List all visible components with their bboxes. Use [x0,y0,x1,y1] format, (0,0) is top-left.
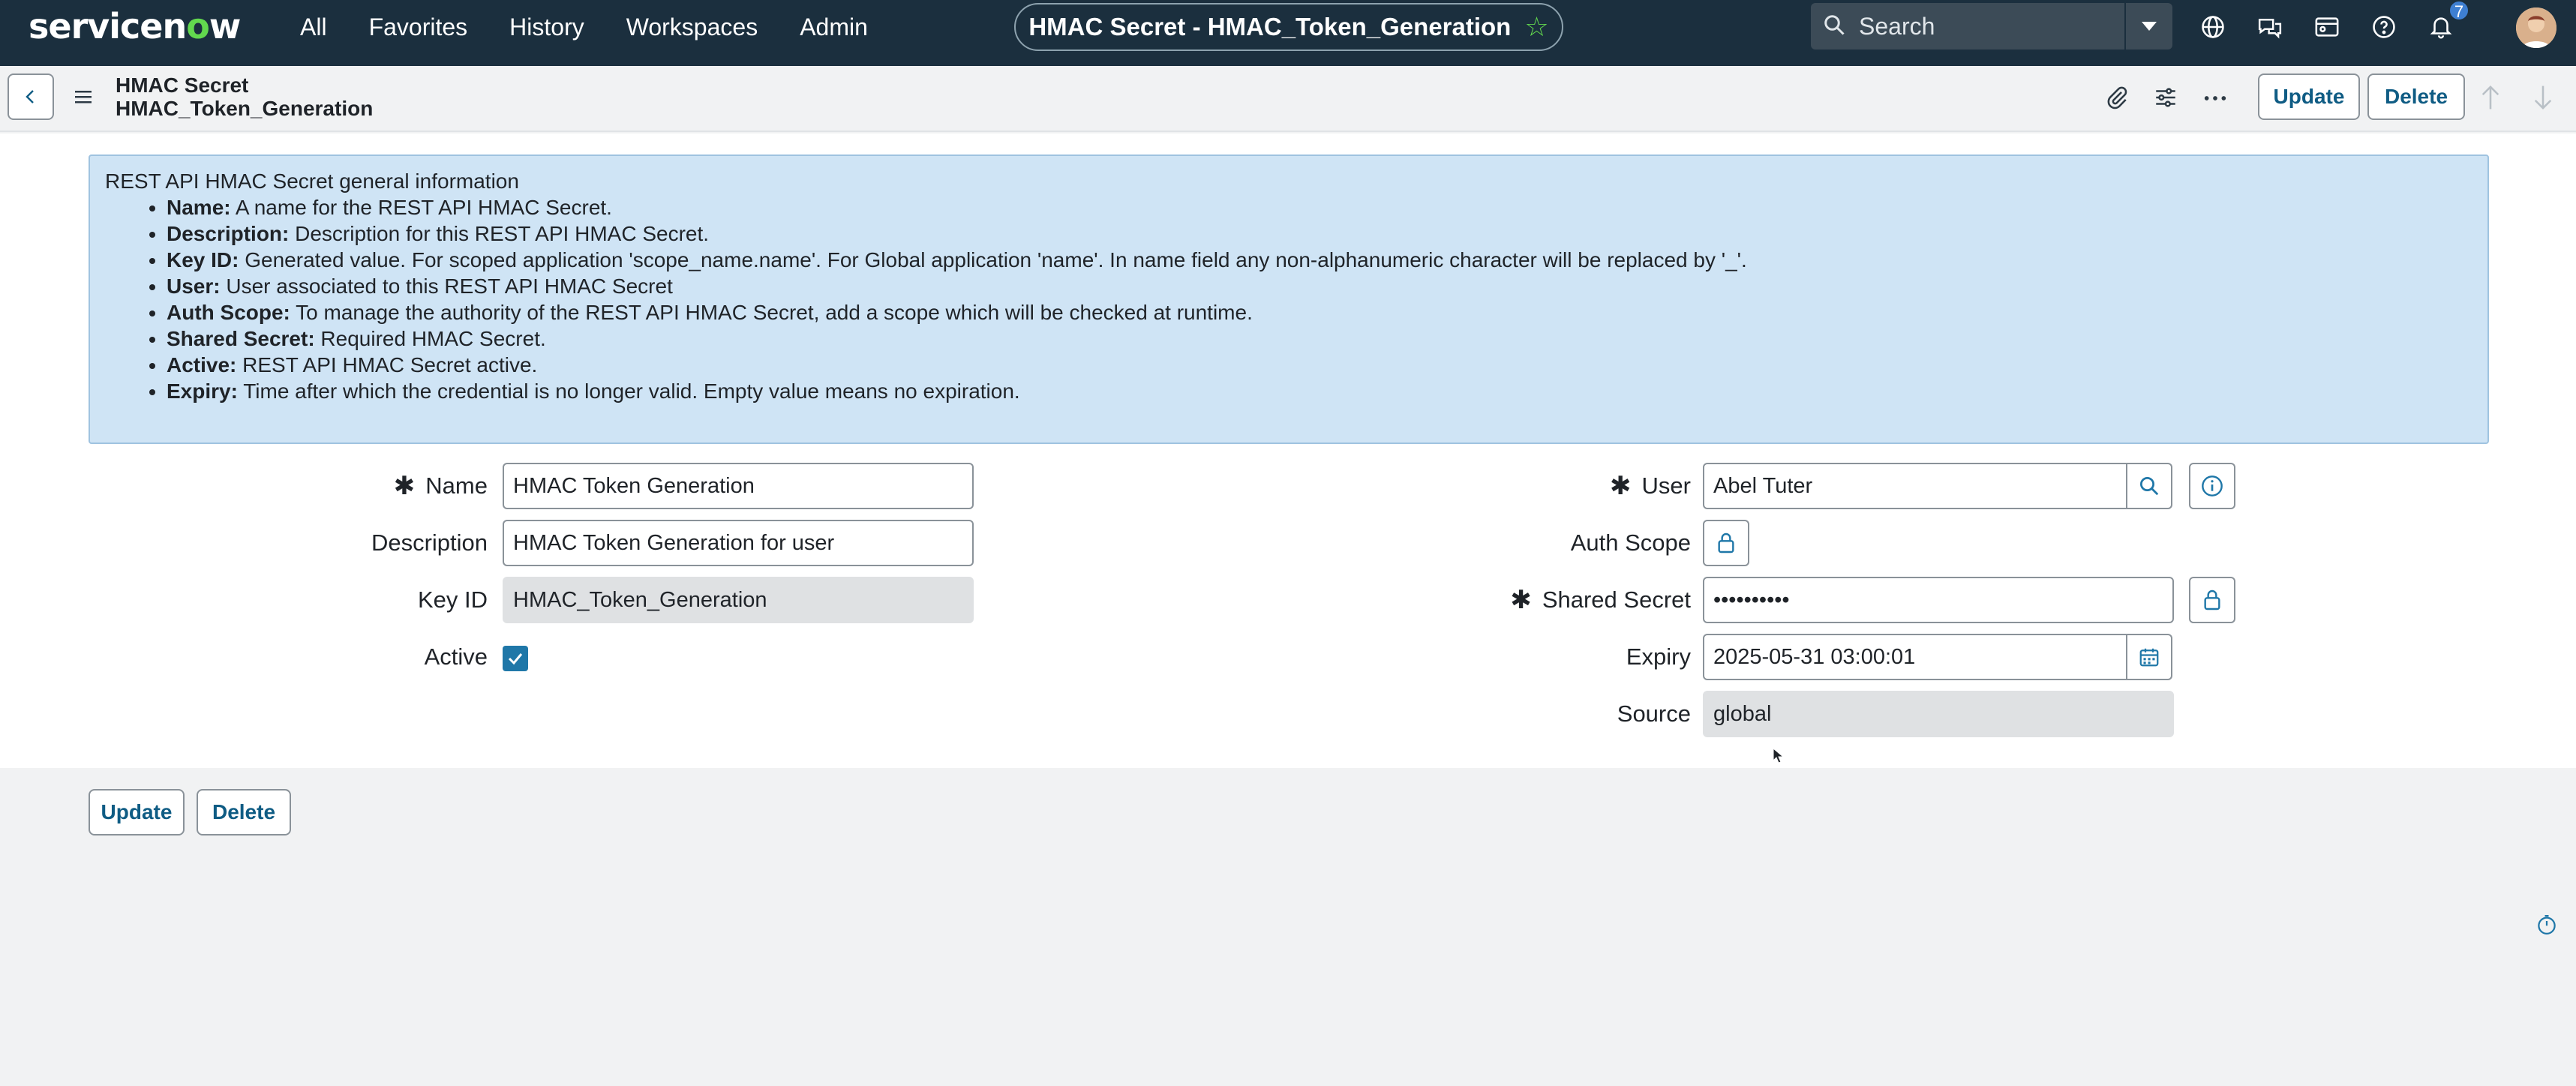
info-item-description: Description: Description for this REST A… [167,220,2472,247]
info-item-expiry: Expiry: Time after which the credential … [167,378,2472,404]
source-label: Source [1617,700,1691,727]
sliders-icon[interactable] [2153,85,2178,114]
update-button[interactable]: Update [2258,74,2360,120]
active-label: Active [424,644,488,670]
calendar-icon [2139,648,2159,667]
user-info-button[interactable] [2189,463,2235,509]
source-field [1703,691,2174,737]
chevron-down-icon [2142,22,2157,31]
form-body: REST API HMAC Secret general information… [0,134,2576,768]
previous-record-arrow-icon[interactable] [2478,84,2502,115]
expiry-label: Expiry [1626,644,1691,670]
notification-badge: 7 [2448,0,2469,21]
record-title: HMAC Secret HMAC_Token_Generation [116,74,373,120]
help-icon[interactable] [2369,12,2399,42]
chevron-left-icon [26,90,34,104]
top-icons: 7 [2198,0,2469,54]
nav-menu: All Favorites History Workspaces Admin [300,0,868,54]
info-item-active: Active: REST API HMAC Secret active. [167,352,2472,378]
paperclip-icon[interactable] [2103,85,2129,114]
bottom-delete-button[interactable]: Delete [197,789,291,836]
nav-favorites[interactable]: Favorites [369,14,468,41]
globe-icon[interactable] [2198,12,2228,42]
nav-admin[interactable]: Admin [800,14,868,41]
nav-history[interactable]: History [509,14,584,41]
info-list: Name: A name for the REST API HMAC Secre… [167,194,2472,404]
header-icons [2103,66,2228,132]
key-id-field [503,577,974,623]
page-title: HMAC Secret - HMAC_Token_Generation [1028,13,1512,40]
delete-button[interactable]: Delete [2367,74,2465,120]
more-options-icon[interactable] [2202,92,2228,106]
info-title: REST API HMAC Secret general information [105,170,519,193]
menu-icon[interactable] [74,88,93,109]
user-label: ✱ User [1610,472,1691,500]
search-icon [1823,14,1845,40]
next-record-arrow-icon[interactable] [2531,84,2555,115]
checkmark-icon [508,653,523,665]
top-navigation-bar: servicenow All Favorites History Workspa… [0,0,2576,66]
search-input[interactable] [1859,12,2099,40]
shared-secret-field[interactable] [1703,577,2174,623]
record-type: HMAC Secret [116,74,249,97]
description-field[interactable] [503,520,974,566]
name-field[interactable] [503,463,974,509]
lock-icon [1718,532,1734,554]
info-item-auth-scope: Auth Scope: To manage the authority of t… [167,299,2472,326]
stopwatch-icon[interactable] [2535,914,2558,940]
bell-icon[interactable]: 7 [2426,0,2469,42]
record-name: HMAC_Token_Generation [116,97,374,120]
auth-scope-unlock-button[interactable] [1703,520,1749,566]
bottom-update-button[interactable]: Update [89,789,185,836]
name-label: ✱ Name [393,472,488,500]
shared-secret-unlock-button[interactable] [2189,577,2235,623]
info-item-user: User: User associated to this REST API H… [167,273,2472,299]
description-label: Description [371,530,488,556]
search-scope-dropdown[interactable] [2126,3,2172,50]
info-icon [2202,476,2223,496]
servicenow-logo[interactable]: servicenow [29,6,241,46]
lock-icon [2204,590,2220,610]
auth-scope-label: Auth Scope [1570,530,1691,556]
user-avatar[interactable] [2516,8,2556,48]
user-field[interactable] [1703,463,2127,509]
favorite-star-icon[interactable]: ☆ [1524,11,1548,43]
global-search[interactable] [1811,3,2124,50]
form-header: HMAC Secret HMAC_Token_Generation Update… [0,66,2576,132]
required-marker: ✱ [1510,586,1532,614]
back-button[interactable] [8,74,54,120]
active-checkbox[interactable] [503,646,528,671]
info-annotation: REST API HMAC Secret general information… [89,154,2489,444]
nav-workspaces[interactable]: Workspaces [626,14,758,41]
shared-secret-label: ✱ Shared Secret [1510,586,1691,614]
nav-all[interactable]: All [300,14,327,41]
info-item-key-id: Key ID: Generated value. For scoped appl… [167,247,2472,273]
user-lookup-button[interactable] [2126,463,2172,509]
chat-icon[interactable] [2255,12,2285,42]
key-id-label: Key ID [417,586,488,613]
card-icon[interactable] [2312,12,2342,42]
expiry-calendar-button[interactable] [2126,634,2172,680]
info-item-shared-secret: Shared Secret: Required HMAC Secret. [167,326,2472,352]
info-item-name: Name: A name for the REST API HMAC Secre… [167,194,2472,220]
expiry-field[interactable] [1703,634,2127,680]
mouse-cursor-icon [1772,747,1785,769]
required-marker: ✱ [393,472,416,500]
required-marker: ✱ [1610,472,1632,500]
page-title-pill[interactable]: HMAC Secret - HMAC_Token_Generation ☆ [1014,3,1563,51]
search-icon [2140,477,2159,496]
